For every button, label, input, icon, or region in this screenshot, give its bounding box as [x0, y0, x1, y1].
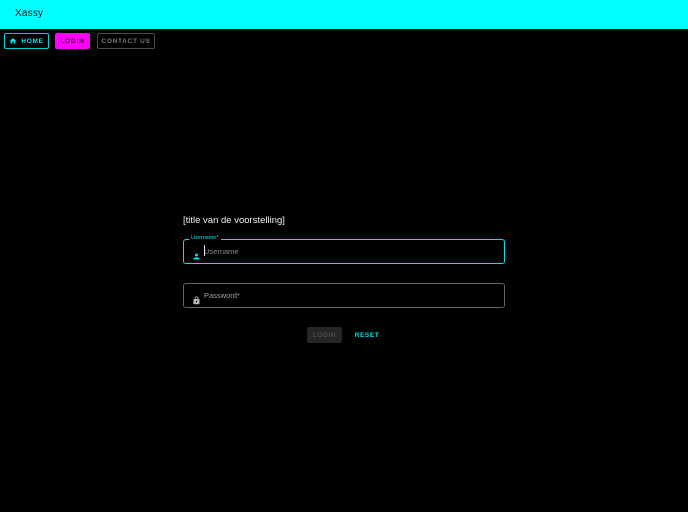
top-app-bar: Xassy [0, 0, 688, 29]
login-button-label: LOGIN [312, 331, 337, 339]
contact-us-button-label: CONTACT US [101, 37, 151, 45]
password-input[interactable] [204, 286, 499, 305]
home-icon [9, 37, 17, 45]
contact-us-button[interactable]: CONTACT US [97, 33, 155, 49]
username-field[interactable]: Username* [183, 235, 505, 264]
login-nav-button-label: LOGIN [60, 37, 85, 45]
app-title: Xassy [15, 8, 44, 19]
reset-button-label: RESET [354, 331, 380, 339]
password-field[interactable] [183, 283, 505, 308]
home-button[interactable]: HOME [4, 33, 49, 49]
text-caret [204, 245, 205, 256]
login-nav-button[interactable]: LOGIN [55, 33, 90, 49]
username-input[interactable] [204, 242, 499, 261]
reset-button[interactable]: RESET [350, 327, 384, 343]
home-button-label: HOME [21, 37, 44, 45]
login-button[interactable]: LOGIN [307, 327, 342, 343]
lock-icon [192, 292, 201, 305]
username-floating-label: Username* [189, 235, 221, 241]
form-title: [title van de voorstelling] [183, 215, 285, 226]
person-icon [192, 248, 201, 260]
